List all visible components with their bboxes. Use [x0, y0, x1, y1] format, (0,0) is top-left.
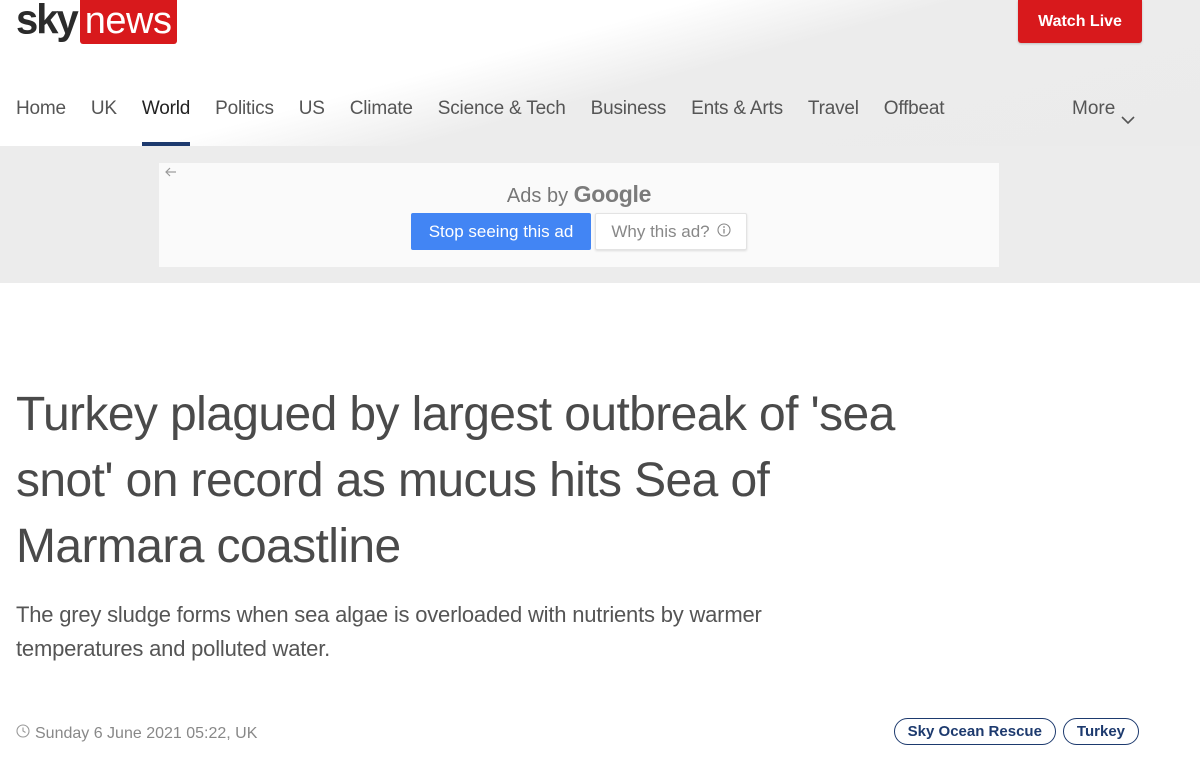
sky-news-logo[interactable]: sky news [16, 0, 178, 44]
nav-item-politics[interactable]: Politics [215, 92, 274, 146]
nav-item-uk[interactable]: UK [91, 92, 117, 146]
nav-item-offbeat[interactable]: Offbeat [884, 92, 945, 146]
article-timestamp: Sunday 6 June 2021 05:22, UK [35, 724, 258, 742]
nav-item-science-tech[interactable]: Science & Tech [438, 92, 566, 146]
site-header: sky news Watch Live Home UK World Politi… [0, 0, 1200, 146]
ad-band: Ads by Google Stop seeing this ad Why th… [0, 146, 1200, 283]
watch-live-button[interactable]: Watch Live [1018, 0, 1142, 43]
ads-by-text: Ads by [506, 185, 569, 207]
nav-item-world[interactable]: World [141, 92, 191, 146]
tag-sky-ocean-rescue[interactable]: Sky Ocean Rescue [893, 718, 1056, 745]
nav-more-button[interactable]: More [1072, 92, 1135, 146]
article-tags: Sky Ocean Rescue Turkey [887, 718, 1139, 745]
chevron-down-icon [1121, 103, 1135, 137]
tag-turkey[interactable]: Turkey [1062, 718, 1139, 745]
why-this-ad-button[interactable]: Why this ad? [595, 213, 747, 250]
google-ad-feedback: Ads by Google Stop seeing this ad Why th… [159, 163, 999, 267]
clock-icon [16, 724, 30, 743]
article-standfirst: The grey sludge forms when sea algae is … [16, 602, 762, 661]
main-nav: Home UK World Politics US Climate Scienc… [16, 92, 1184, 146]
logo-sky-text: sky [16, 0, 79, 44]
stop-seeing-ad-button[interactable]: Stop seeing this ad [411, 213, 591, 250]
nav-item-us[interactable]: US [299, 92, 325, 146]
article-headline: Turkey plagued by largest outbreak of 's… [16, 388, 895, 573]
info-icon [717, 222, 731, 242]
back-arrow-icon[interactable] [165, 165, 177, 181]
nav-item-travel[interactable]: Travel [808, 92, 859, 146]
ads-by-google-label: Ads by Google [159, 181, 999, 208]
nav-item-ents-arts[interactable]: Ents & Arts [691, 92, 783, 146]
nav-more-label: More [1072, 98, 1116, 119]
logo-news-text: news [79, 0, 178, 44]
nav-item-business[interactable]: Business [591, 92, 667, 146]
nav-item-home[interactable]: Home [16, 92, 66, 146]
why-this-ad-label: Why this ad? [611, 221, 710, 241]
google-wordmark: Google [573, 181, 652, 207]
nav-item-climate[interactable]: Climate [350, 92, 413, 146]
article-meta: Sunday 6 June 2021 05:22, UK [16, 724, 257, 743]
